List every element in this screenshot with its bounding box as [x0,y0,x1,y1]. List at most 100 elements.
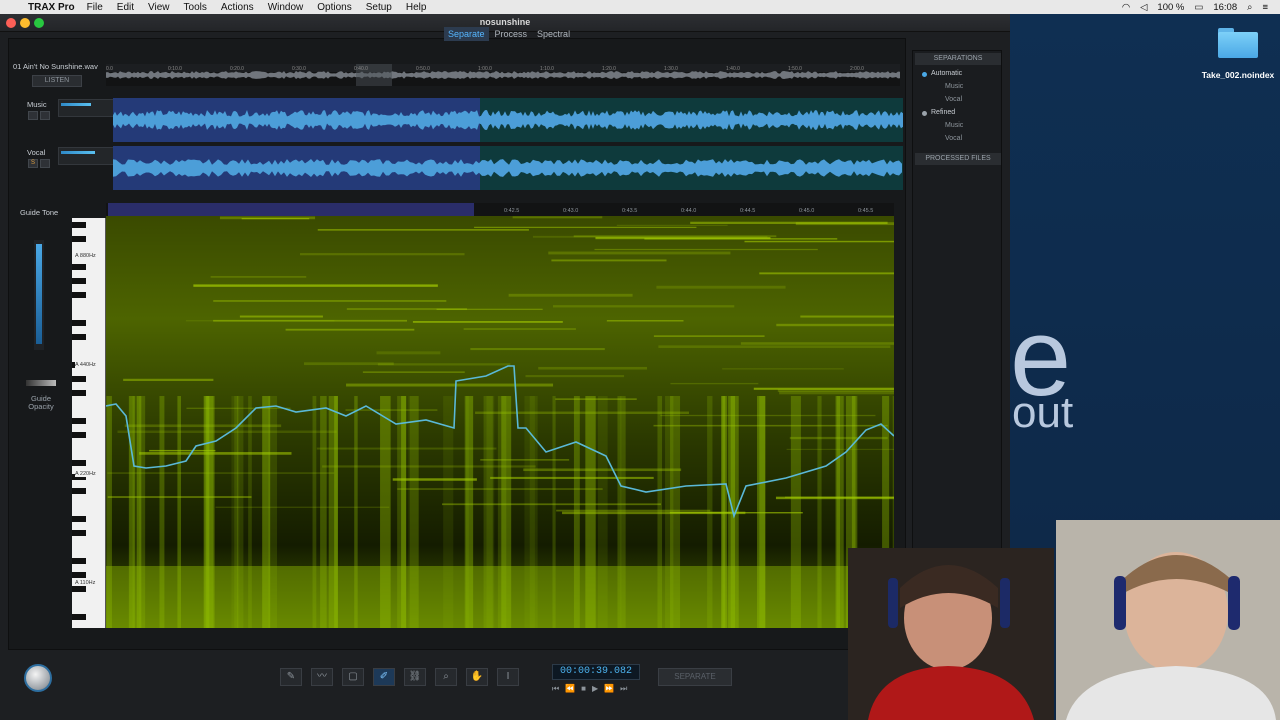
list-item[interactable]: Vocal [913,93,1001,106]
webcam-left [848,548,1054,720]
black-key[interactable] [72,516,86,522]
black-key[interactable] [72,586,86,592]
marquee-icon[interactable]: ▢ [342,668,364,686]
black-key[interactable] [72,236,86,242]
tick-label: 2:00.0 [850,66,864,72]
vocal-waveform[interactable] [113,146,903,190]
tick-label: 1:20.0 [602,66,616,72]
black-key[interactable] [72,460,86,466]
group-label: Refined [931,109,956,116]
tab-process[interactable]: Process [491,27,532,41]
black-key[interactable] [72,572,86,578]
forward-icon[interactable]: ⏩ [604,684,614,694]
group-refined[interactable]: Refined [913,106,1001,119]
menu-view[interactable]: View [148,2,170,13]
brush-icon[interactable]: ✐ [373,668,395,686]
battery-percent[interactable]: 100 % [1157,2,1184,13]
clock[interactable]: 16:08 [1213,2,1237,13]
separate-button[interactable]: SEPARATE [658,668,732,686]
transport-controls: ⏮ ⏪ ■ ▶ ⏩ ⏭ [552,684,627,694]
black-key[interactable] [72,292,86,298]
spectrogram[interactable] [106,216,894,628]
menu-actions[interactable]: Actions [221,2,254,13]
spectral-time-ruler[interactable]: 0:39.50:40.00:40.50:41.00:41.50:42.00:42… [106,203,894,216]
mute-button[interactable] [40,111,50,120]
zoom-icon[interactable]: ⌕ [435,668,457,686]
tick-label: 0:44.5 [740,208,755,214]
black-key[interactable] [72,278,86,284]
menu-help[interactable]: Help [406,2,427,13]
black-key[interactable] [72,320,86,326]
guide-opacity-slider[interactable] [26,380,56,386]
separations-panel: SEPARATIONS Automatic Music Vocal Refine… [912,50,1002,630]
tab-spectral[interactable]: Spectral [533,27,574,41]
wifi-icon[interactable]: ◠ [1122,2,1130,13]
lasso-icon[interactable]: 〰 [311,668,333,686]
black-key[interactable] [72,390,86,396]
group-automatic[interactable]: Automatic [913,67,1001,80]
piano-keyboard[interactable] [72,218,106,634]
black-key[interactable] [72,530,86,536]
solo-button[interactable] [28,111,38,120]
rewind-start-icon[interactable]: ⏮ [552,684,559,694]
black-key[interactable] [72,558,86,564]
solo-button[interactable]: S [28,159,38,168]
rewind-icon[interactable]: ⏪ [565,684,575,694]
play-icon[interactable]: ▶ [592,684,598,694]
volume-knob[interactable] [24,664,52,692]
black-key[interactable] [72,264,86,270]
mode-tabs: Separate Process Spectral [444,27,574,41]
music-waveform[interactable] [113,98,903,142]
file-name: 01 Ain't No Sunshine.wav [13,62,98,71]
group-label: Automatic [931,70,963,77]
menu-options[interactable]: Options [317,2,351,13]
frequency-label: A 440Hz [75,362,96,368]
tick-label: 1:00.0 [478,66,492,72]
tick-label: 1:50.0 [788,66,802,72]
stop-icon[interactable]: ■ [581,684,586,694]
menu-window[interactable]: Window [268,2,304,13]
black-key[interactable] [72,334,86,340]
black-key[interactable] [72,222,86,228]
battery-icon[interactable]: ▭ [1194,2,1203,13]
menu-list-icon[interactable]: ≡ [1262,2,1268,13]
black-key[interactable] [72,614,86,620]
tick-label: 1:40.0 [726,66,740,72]
black-key[interactable] [72,432,86,438]
folder-label[interactable]: Take_002.noindex [1200,70,1276,80]
list-item[interactable]: Music [913,119,1001,132]
menu-file[interactable]: File [87,2,103,13]
level-meter[interactable] [58,147,116,165]
tick-label: 0:50.0 [416,66,430,72]
list-item[interactable]: Vocal [913,132,1001,145]
tick-label: 0:30.0 [292,66,306,72]
processed-files-header: PROCESSED FILES [915,153,1001,165]
volume-icon[interactable]: ◁ [1140,2,1147,13]
folder-icon[interactable] [1218,28,1258,58]
list-item[interactable]: Music [913,80,1001,93]
cursor-icon[interactable]: I [497,668,519,686]
link-icon[interactable]: ⛓ [404,668,426,686]
pencil-icon[interactable]: ✎ [280,668,302,686]
menu-edit[interactable]: Edit [117,2,134,13]
menu-app-name[interactable]: TRAX Pro [28,2,75,13]
window-title: nosunshine [479,17,531,27]
menu-setup[interactable]: Setup [366,2,392,13]
black-key[interactable] [72,488,86,494]
tick-label: 0:45.5 [858,208,873,214]
black-key[interactable] [72,418,86,424]
menu-tools[interactable]: Tools [184,2,207,13]
tick-label: 1:30.0 [664,66,678,72]
mute-button[interactable] [40,159,50,168]
person-right-graphic [1056,520,1280,720]
tab-separate[interactable]: Separate [444,27,489,41]
level-meter[interactable] [58,99,116,117]
listen-button[interactable]: LISTEN [32,75,82,87]
black-key[interactable] [72,376,86,382]
vocal-track: Vocal S [12,146,904,190]
hand-icon[interactable]: ✋ [466,668,488,686]
forward-end-icon[interactable]: ⏭ [620,684,627,694]
search-icon[interactable]: ⌕ [1247,2,1252,13]
tick-label: 0:43.0 [563,208,578,214]
guide-tone-slider[interactable] [34,240,44,350]
